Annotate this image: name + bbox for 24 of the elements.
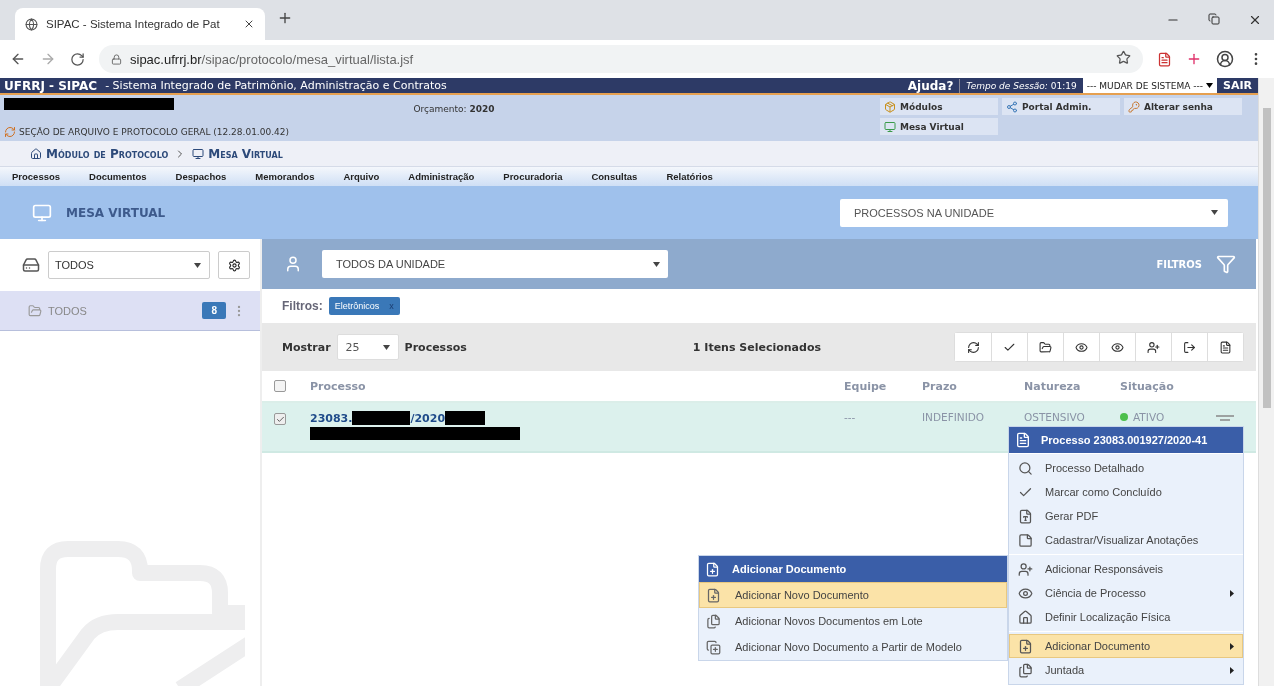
column-header: Processo: [310, 379, 367, 393]
show-label: Mostrar: [282, 340, 331, 354]
column-header: Prazo: [922, 379, 958, 393]
context-menu-title: Processo 23083.001927/2020-41: [1009, 427, 1243, 453]
status-text: ATIVO: [1133, 411, 1165, 423]
page-title: MESA VIRTUAL: [66, 205, 167, 220]
column-header: Natureza: [1024, 379, 1082, 393]
show-suffix: Processos: [404, 340, 467, 354]
url-text: sipac.ufrrj.br/sipac/protocolo/mesa_virtual/lista.jsf: [130, 51, 414, 67]
count-badge: 8: [202, 302, 226, 319]
column-header: Situação: [1120, 379, 1175, 393]
budget-text: Orçamento: 2020: [413, 104, 495, 114]
table-cell-text: OSTENSIVO: [1024, 411, 1086, 423]
selection-count: 1 Itens Selecionados: [692, 340, 822, 354]
brand-title: UFRRJ - SIPAC: [3, 78, 99, 93]
table-cell-text: INDEFINIDO: [922, 411, 986, 423]
system-subtitle: - Sistema Integrado de Patrimônio, Administração e Contratos: [105, 79, 448, 92]
column-header: Equipe: [844, 379, 888, 393]
unit-name: SEÇÃO DE ARQUIVO E PROTOCOLO GERAL (12.28.01.00.42): [19, 127, 289, 137]
session-time: Tempo de Sessão: 01:19: [965, 80, 1078, 91]
table-cell-text: ---: [844, 411, 857, 423]
tab-title: SIPAC - Sistema Integrado de Pat: [46, 18, 221, 30]
filters-label: Filtros:: [282, 299, 323, 313]
submenu-title: Adicionar Documento: [699, 556, 1007, 582]
